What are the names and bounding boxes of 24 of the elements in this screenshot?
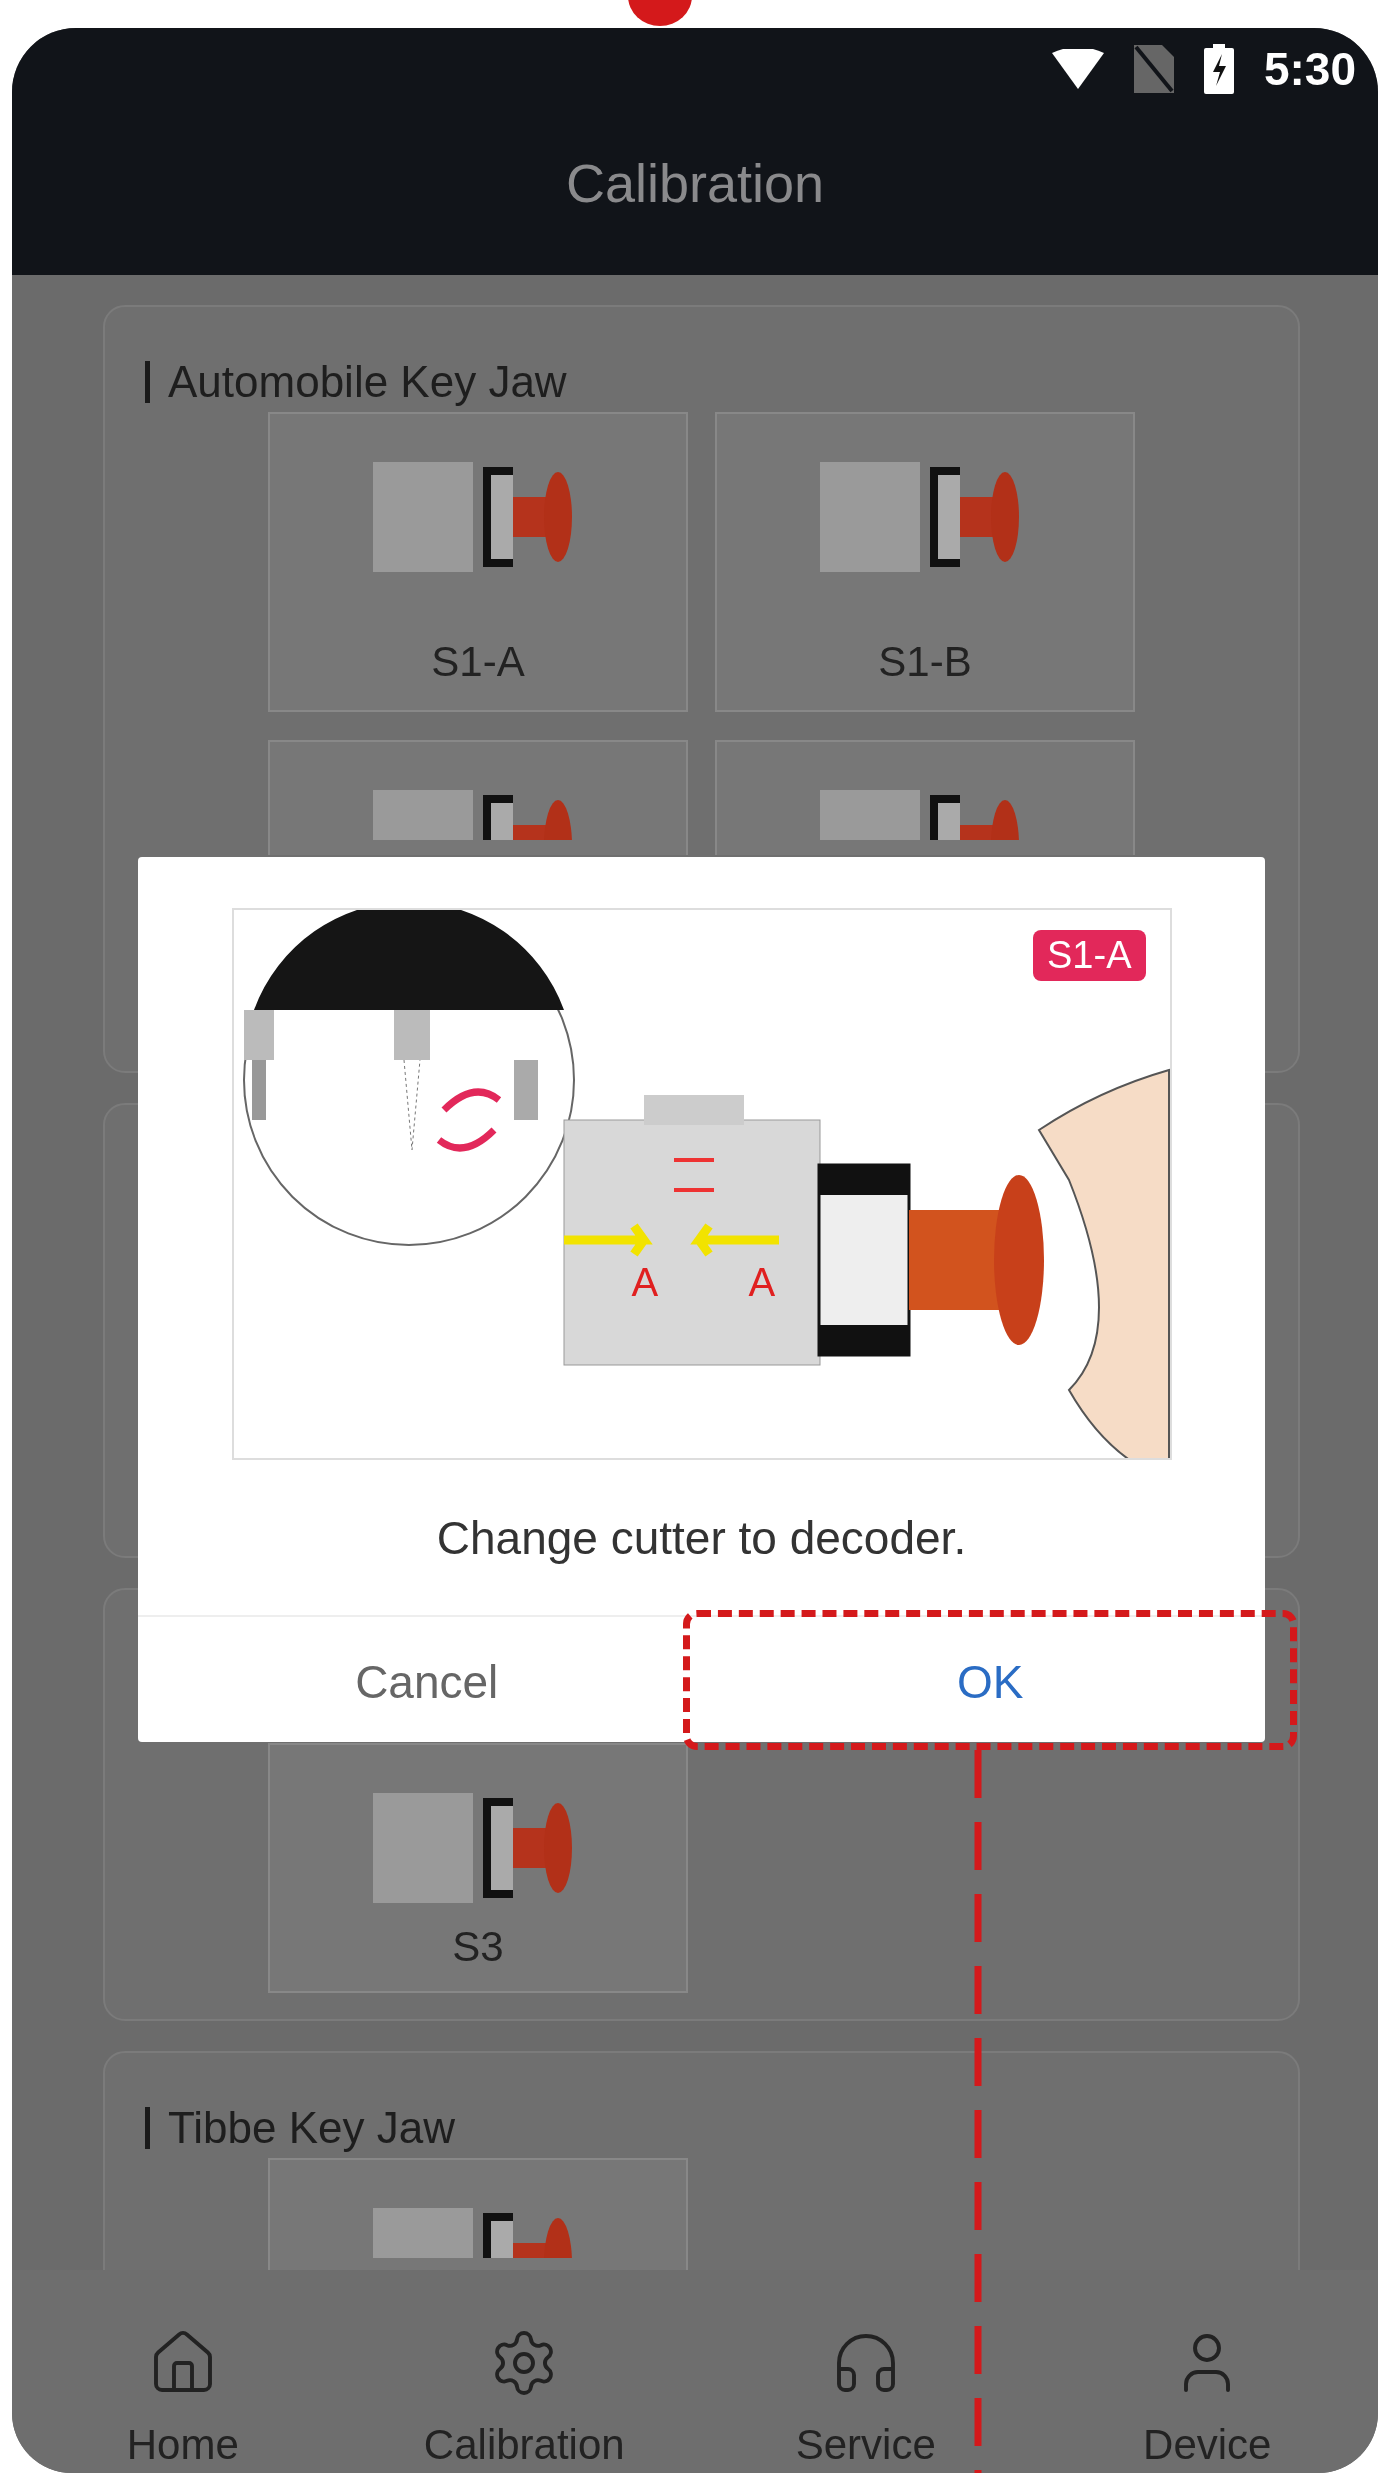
jaw-tile[interactable]: S3: [268, 1743, 688, 1993]
jaw-tile[interactable]: [268, 2158, 688, 2270]
jaw-badge: S1-A: [1033, 930, 1146, 981]
tile-label: S3: [452, 1923, 504, 1971]
clock-time: 5:30: [1263, 42, 1356, 96]
nav-label[interactable]: Calibration: [423, 2421, 625, 2469]
nav-label[interactable]: Home: [126, 2421, 239, 2469]
marker-label: A: [631, 1260, 659, 1305]
section-title: Automobile Key Jaw: [168, 357, 567, 407]
tile-label: S1-A: [431, 638, 525, 686]
jaw-tile[interactable]: S1-A: [268, 412, 688, 712]
nav-label[interactable]: Service: [795, 2421, 936, 2469]
jaw-tile[interactable]: [715, 740, 1135, 855]
section-title: Tibbe Key Jaw: [168, 2103, 455, 2153]
nav-label[interactable]: Device: [1143, 2421, 1272, 2469]
no-sim-icon: [1133, 45, 1174, 93]
dialog-message: Change cutter to decoder.: [436, 1510, 967, 1566]
wifi-icon: [1051, 49, 1104, 89]
jaw-tile[interactable]: S1-B: [715, 412, 1135, 712]
jaw-tile[interactable]: [268, 740, 688, 855]
marker-label: A: [748, 1260, 776, 1305]
tile-label: S1-B: [878, 638, 972, 686]
battery-icon: [1203, 44, 1234, 94]
page-title: Calibration: [565, 151, 825, 214]
